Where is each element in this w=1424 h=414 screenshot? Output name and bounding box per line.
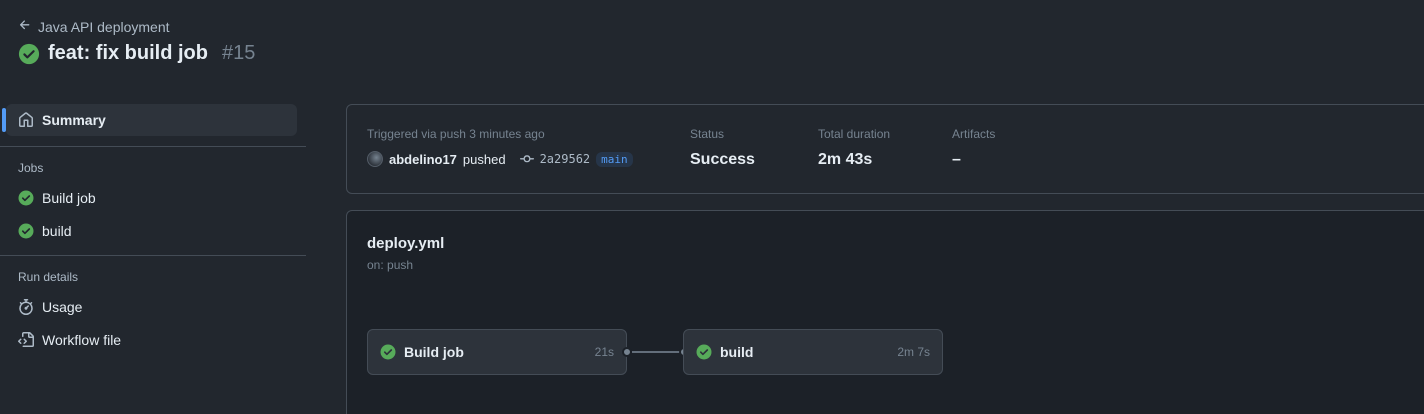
trigger-details: abdelino17 pushed 2a29562 main <box>367 151 633 167</box>
sidebar: Summary Jobs Build job build Run details… <box>0 100 306 356</box>
job-connector-line <box>632 351 684 353</box>
back-link[interactable]: Java API deployment <box>18 18 170 35</box>
duration-column: Total duration 2m 43s <box>818 127 890 169</box>
job-connector-dot <box>622 347 632 357</box>
status-label: Status <box>690 127 725 141</box>
workflow-graph-card: deploy.yml on: push Build job 21s build … <box>346 210 1424 414</box>
check-circle-fill-icon <box>380 344 396 360</box>
home-icon <box>18 112 34 128</box>
job-node-build-job[interactable]: Build job 21s <box>367 329 627 375</box>
duration-value: 2m 43s <box>818 151 873 168</box>
sidebar-item-summary[interactable]: Summary <box>2 104 297 136</box>
jobs-heading: Jobs <box>18 161 44 175</box>
git-commit-icon <box>519 152 534 166</box>
branch-badge[interactable]: main <box>596 151 633 167</box>
sidebar-item-build[interactable]: build <box>0 214 306 247</box>
actor-link[interactable]: abdelino17 <box>389 152 457 167</box>
artifacts-value: – <box>952 151 961 168</box>
status-value: Success <box>690 151 755 168</box>
duration-label: Total duration <box>818 127 891 141</box>
arrow-left-icon <box>18 18 32 35</box>
run-number: #15 <box>222 42 256 64</box>
job-name: build <box>720 344 754 360</box>
run-details-heading: Run details <box>18 270 79 284</box>
trigger-column: Triggered via push 3 minutes ago abdelin… <box>367 127 633 167</box>
check-circle-fill-icon <box>18 190 34 206</box>
workflow-file-name[interactable]: deploy.yml <box>367 235 444 252</box>
file-code-icon <box>18 331 34 348</box>
sidebar-item-workflow-file[interactable]: Workflow file <box>0 323 306 356</box>
divider <box>0 255 306 256</box>
sidebar-item-label: Build job <box>42 189 96 206</box>
run-summary-card: Triggered via push 3 minutes ago abdelin… <box>346 104 1424 194</box>
avatar[interactable] <box>367 151 383 167</box>
workflow-trigger: on: push <box>367 258 414 272</box>
sidebar-item-label: Summary <box>42 112 106 128</box>
commit-sha-link[interactable]: 2a29562 <box>540 152 591 166</box>
divider <box>0 146 306 147</box>
sidebar-item-label: Usage <box>42 298 83 315</box>
check-circle-fill-icon <box>18 223 34 239</box>
job-node-build[interactable]: build 2m 7s <box>683 329 943 375</box>
back-link-label: Java API deployment <box>38 18 170 35</box>
run-title: feat: fix build job <box>48 42 208 64</box>
stopwatch-icon <box>18 298 34 315</box>
sidebar-item-label: Workflow file <box>42 331 122 348</box>
sidebar-item-usage[interactable]: Usage <box>0 290 306 323</box>
check-circle-fill-icon <box>696 344 712 360</box>
action-text: pushed <box>462 151 506 167</box>
trigger-label: Triggered via push 3 minutes ago <box>367 127 545 141</box>
artifacts-label: Artifacts <box>952 127 996 141</box>
job-duration: 21s <box>594 345 614 359</box>
job-name: Build job <box>404 344 464 360</box>
check-circle-fill-icon <box>18 43 40 65</box>
sidebar-item-label: build <box>42 222 72 239</box>
page-title: feat: fix build job #15 <box>18 42 255 65</box>
workflow-run-page: Java API deployment feat: fix build job … <box>0 0 1424 414</box>
status-column: Status Success <box>690 127 755 169</box>
artifacts-column: Artifacts – <box>952 127 995 169</box>
sidebar-item-build-job[interactable]: Build job <box>0 181 306 214</box>
job-duration: 2m 7s <box>897 345 930 359</box>
